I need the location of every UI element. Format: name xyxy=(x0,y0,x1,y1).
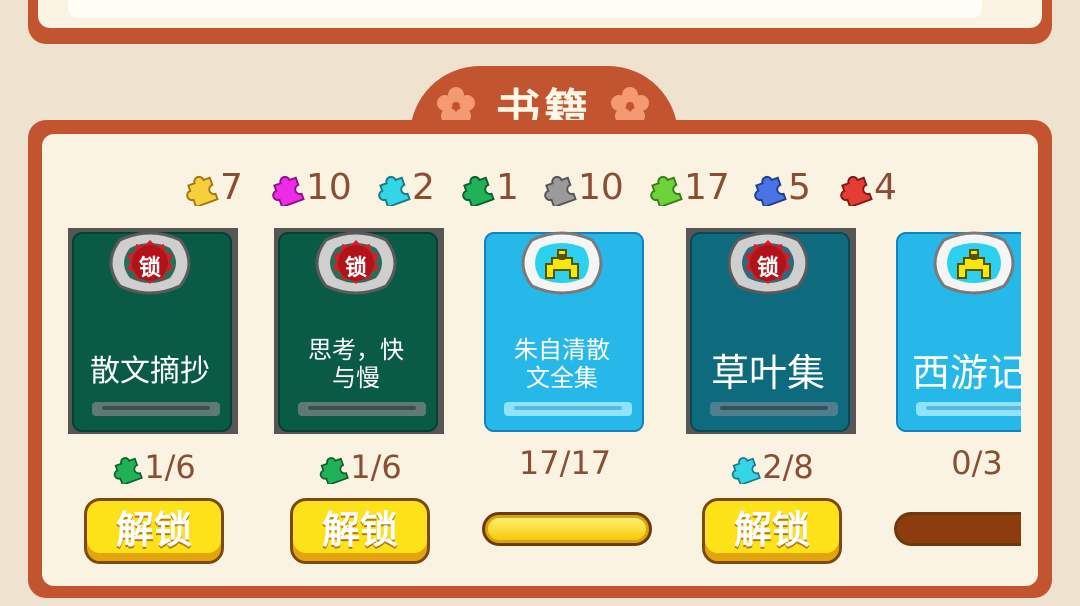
book-progress: 0/3 xyxy=(892,444,1021,482)
castle-badge xyxy=(518,230,606,296)
books-scroll-area[interactable]: 锁 散文摘抄 锁 思考，快与慢 朱自清散文全集 锁 草叶集 西游记 1/6 1/… xyxy=(42,134,1021,584)
puzzle-piece-icon xyxy=(114,457,144,484)
book-spine xyxy=(92,402,220,416)
book-card[interactable]: 西游记 xyxy=(892,228,1021,432)
book-card[interactable]: 锁 草叶集 xyxy=(686,228,856,434)
lock-label: 锁 xyxy=(344,256,367,281)
lock-label: 锁 xyxy=(138,256,161,281)
progress-bar xyxy=(894,512,1021,546)
book-title: 草叶集 xyxy=(710,351,825,395)
top-panel-inner xyxy=(38,0,1042,28)
book-card[interactable]: 锁 思考，快与慢 xyxy=(274,228,444,434)
book-title: 散文摘抄 xyxy=(90,354,210,389)
book-spine xyxy=(298,402,426,416)
book-card[interactable]: 朱自清散文全集 xyxy=(480,228,644,432)
book-title: 西游记 xyxy=(912,351,1021,395)
book-title: 思考，快与慢 xyxy=(308,336,404,392)
book-title: 朱自清散文全集 xyxy=(514,336,610,392)
castle-badge xyxy=(930,230,1018,296)
unlock-button[interactable]: 解锁 xyxy=(84,498,224,564)
puzzle-piece-icon xyxy=(320,457,350,484)
unlock-button[interactable]: 解锁 xyxy=(702,498,842,564)
castle-icon xyxy=(521,231,603,295)
castle-icon xyxy=(933,231,1015,295)
top-panel-paper xyxy=(68,0,982,18)
progress-bar xyxy=(482,512,652,546)
book-progress: 2/8 xyxy=(686,448,856,486)
book-progress-text: 1/6 xyxy=(144,448,196,486)
progress-bar-fill xyxy=(488,518,646,540)
book-spine xyxy=(916,402,1021,416)
book-progress: 1/6 xyxy=(68,448,238,486)
book-card[interactable]: 锁 散文摘抄 xyxy=(68,228,238,434)
book-spine xyxy=(710,402,838,416)
lock-label: 锁 xyxy=(756,256,779,281)
puzzle-piece-icon xyxy=(732,457,762,484)
top-panel xyxy=(28,0,1052,44)
book-progress-text: 17/17 xyxy=(518,444,612,482)
book-progress-text: 0/3 xyxy=(951,444,1003,482)
lock-badge: 锁 xyxy=(724,230,812,296)
book-progress-text: 1/6 xyxy=(350,448,402,486)
unlock-button[interactable]: 解锁 xyxy=(290,498,430,564)
book-progress: 1/6 xyxy=(274,448,444,486)
book-progress-text: 2/8 xyxy=(762,448,814,486)
lock-badge: 锁 xyxy=(106,230,194,296)
lock-badge: 锁 xyxy=(312,230,400,296)
book-spine xyxy=(504,402,632,416)
book-progress: 17/17 xyxy=(480,444,650,482)
